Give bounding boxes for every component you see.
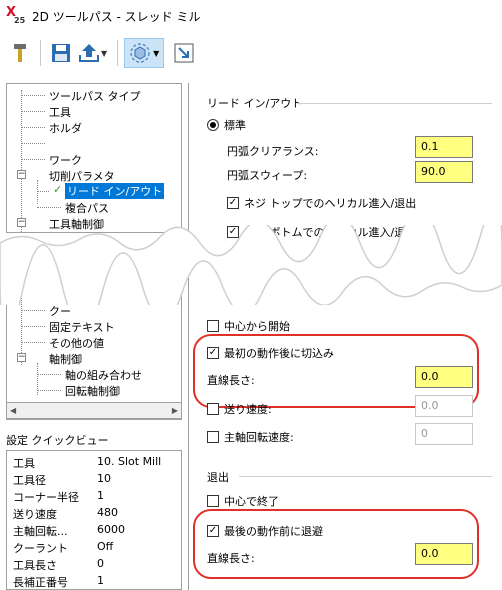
- collapse-icon[interactable]: −: [17, 170, 26, 179]
- tree-item-misc-values[interactable]: その他の値: [49, 335, 104, 351]
- toolbar-separator: [117, 40, 119, 66]
- arc-sweep-input[interactable]: 90.0: [415, 161, 473, 183]
- checkbox-unchecked-icon: [207, 320, 219, 332]
- tree-item-axis-combination[interactable]: 軸の組み合わせ: [65, 367, 142, 383]
- entry-line-length-input[interactable]: 0.0: [415, 366, 473, 388]
- tree-item-holder[interactable]: ホルダ: [49, 120, 82, 136]
- quickview-key: 工具長さ: [13, 559, 57, 572]
- spindle-speed-label: 主軸回転速度:: [224, 431, 294, 444]
- quickview-value: 1: [97, 489, 104, 502]
- tree-item-cut-params[interactable]: 切削パラメタ: [49, 168, 115, 184]
- quickview-key: 主軸回転...: [13, 525, 68, 538]
- quickview-key: 長補正番号: [13, 576, 68, 589]
- tree-item-canned-text[interactable]: 固定テキスト: [49, 319, 115, 335]
- end-at-center-checkbox[interactable]: 中心で終了: [207, 493, 279, 509]
- feed-rate-checkbox[interactable]: 送り速度:: [207, 401, 272, 417]
- start-from-center-label: 中心から開始: [224, 320, 290, 333]
- tool-icon[interactable]: [6, 39, 34, 67]
- checkbox-unchecked-icon: [207, 431, 219, 443]
- quickview-title: 設定 クイックビュー: [6, 434, 109, 447]
- quickview-key: 工具: [13, 457, 35, 470]
- checkbox-checked-icon: ✓: [227, 197, 239, 209]
- quickview-key: 送り速度: [13, 508, 57, 521]
- exit-line-length-input[interactable]: 0.0: [415, 543, 473, 565]
- quickview-value: 480: [97, 506, 118, 519]
- helical-top-checkbox[interactable]: ✓ ネジ トップでのヘリカル進入/退出: [227, 195, 416, 211]
- quickview-value: 10. Slot Mill: [97, 455, 162, 468]
- checkmark-icon: ✓: [53, 183, 63, 196]
- display-mode-icon: [130, 43, 150, 63]
- quickview-value: 6000: [97, 523, 125, 536]
- helical-top-label: ネジ トップでのヘリカル進入/退出: [244, 197, 417, 210]
- checkbox-unchecked-icon: [207, 403, 219, 415]
- resize-icon[interactable]: [170, 39, 198, 67]
- arc-clearance-input[interactable]: 0.1: [415, 136, 473, 158]
- tree-horizontal-scrollbar[interactable]: ◀ ▶: [6, 402, 182, 419]
- tree-item-multi-pass[interactable]: 複合パス: [65, 200, 109, 216]
- radio-selected-icon: [207, 119, 219, 131]
- start-from-center-checkbox[interactable]: 中心から開始: [207, 318, 290, 334]
- tree-item-rotary-axis[interactable]: 回転軸制御: [65, 383, 120, 399]
- tree-item-tool[interactable]: 工具: [49, 104, 71, 120]
- feed-rate-input[interactable]: 0.0: [415, 395, 473, 417]
- quickview-key: 工具径: [13, 474, 46, 487]
- navigation-tree-lower[interactable]: クー 固定テキスト その他の値 − 軸制御 軸の組み合わせ 回転軸制御: [6, 290, 182, 420]
- torn-edge-break: [0, 225, 502, 305]
- upload-icon[interactable]: [75, 39, 103, 67]
- exit-line-length-label: 直線長さ:: [207, 552, 255, 565]
- arc-sweep-label: 円弧スウィープ:: [227, 169, 308, 182]
- quickview-value: 1: [97, 574, 104, 587]
- plunge-after-first-checkbox[interactable]: ✓ 最初の動作後に切込み: [207, 345, 334, 361]
- quickview-value: 10: [97, 472, 111, 485]
- toolbar: ▼ ▼: [0, 33, 502, 73]
- settings-panel: リード イン/アウト 標準 円弧クリアランス: 0.1 円弧スウィープ: 90.…: [188, 83, 502, 590]
- tree-item-coolant[interactable]: クー: [49, 303, 71, 319]
- retract-before-last-label: 最後の動作前に退避: [224, 525, 323, 538]
- scroll-left-icon[interactable]: ◀: [10, 406, 16, 415]
- quickview-value: 0: [97, 557, 104, 570]
- feed-rate-label: 送り速度:: [224, 403, 272, 416]
- standard-label: 標準: [224, 119, 246, 132]
- save-icon[interactable]: [47, 39, 75, 67]
- display-mode-dropdown-icon: ▼: [153, 48, 160, 58]
- arc-clearance-label: 円弧クリアランス:: [227, 145, 319, 158]
- title-bar: X 25 2D ツールパス - スレッド ミル: [0, 0, 502, 33]
- tree-item-axis-control[interactable]: 軸制御: [49, 351, 82, 367]
- entry-line-length-label: 直線長さ:: [207, 374, 255, 387]
- spindle-speed-checkbox[interactable]: 主軸回転速度:: [207, 429, 294, 445]
- quickview-panel: 工具 10. Slot Mill 工具径 10 コーナー半径 1 送り速度 480 主軸…: [6, 450, 182, 590]
- tree-item-toolpath-type[interactable]: ツールパス タイプ: [49, 88, 141, 104]
- checkbox-checked-icon: ✓: [207, 347, 219, 359]
- tree-item-lead-inout[interactable]: リード イン/アウト: [65, 183, 165, 199]
- tree-item-workpiece[interactable]: ワーク: [49, 152, 82, 168]
- toolbar-separator: [40, 40, 41, 66]
- collapse-icon[interactable]: −: [17, 353, 26, 362]
- quickview-key: コーナー半径: [13, 491, 79, 504]
- quickview-value: Off: [97, 540, 114, 553]
- standard-radio[interactable]: 標準: [207, 117, 246, 133]
- window-title: 2D ツールパス - スレッド ミル: [32, 10, 201, 24]
- app-logo-icon: X 25: [6, 4, 26, 25]
- quickview-key: クーラント: [13, 542, 68, 555]
- upload-dropdown-icon[interactable]: ▼: [101, 49, 107, 58]
- spindle-speed-input[interactable]: 0: [415, 423, 473, 445]
- end-at-center-label: 中心で終了: [224, 495, 279, 508]
- plunge-after-first-label: 最初の動作後に切込み: [224, 347, 334, 360]
- scroll-right-icon[interactable]: ▶: [172, 406, 178, 415]
- leadinout-group-title: リード イン/アウト: [207, 97, 303, 110]
- navigation-tree[interactable]: ツールパス タイプ 工具 ホルダ ワーク − 切削パラメタ ✓ リード イン/ア…: [6, 83, 182, 233]
- checkbox-checked-icon: ✓: [207, 525, 219, 537]
- retract-before-last-checkbox[interactable]: ✓ 最後の動作前に退避: [207, 523, 323, 539]
- display-mode-button[interactable]: ▼: [124, 38, 165, 68]
- exit-group-title: 退出: [207, 471, 229, 484]
- checkbox-unchecked-icon: [207, 495, 219, 507]
